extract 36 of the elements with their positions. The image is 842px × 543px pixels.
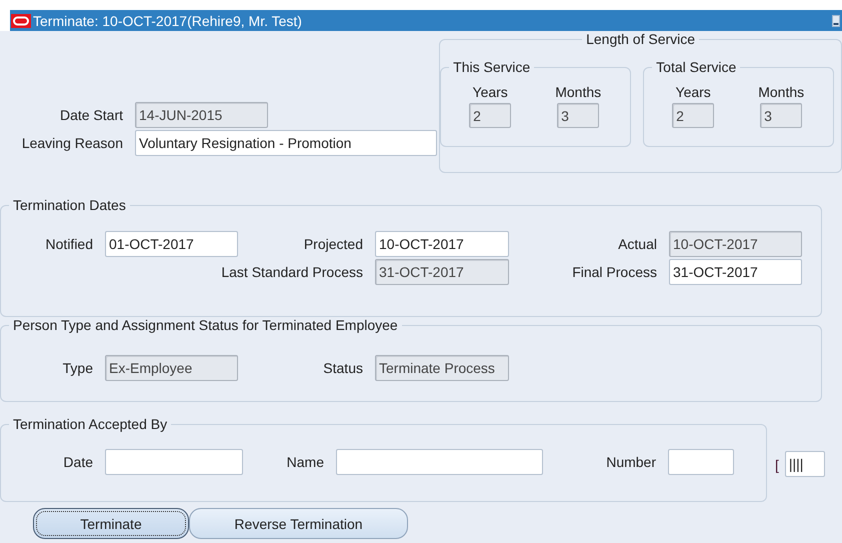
field-label: Date Start bbox=[58, 107, 123, 123]
bracket-text: [ bbox=[775, 457, 779, 473]
field-label: Number bbox=[606, 454, 656, 470]
text-field[interactable]: |||| bbox=[784, 451, 825, 477]
group-title: This Service bbox=[452, 59, 532, 75]
text-field[interactable]: Voluntary Resignation - Promotion bbox=[135, 130, 437, 156]
field-label: Months bbox=[758, 84, 804, 102]
text-field[interactable] bbox=[668, 449, 734, 475]
text-field[interactable]: 10-OCT-2017 bbox=[375, 231, 509, 257]
field-label: Years bbox=[676, 84, 711, 102]
group-title: Person Type and Assignment Status for Terminated Employee bbox=[12, 317, 399, 333]
field-label: Type bbox=[62, 360, 93, 376]
text-field[interactable] bbox=[105, 449, 243, 475]
field-label: Leaving Reason bbox=[20, 135, 123, 151]
field-label: Months bbox=[555, 84, 602, 102]
field-label: Actual bbox=[618, 236, 657, 252]
window-title: Terminate: 10-OCT-2017(Rehire9, Mr. Test) bbox=[33, 12, 302, 28]
field-label: Last Standard Process bbox=[221, 264, 363, 280]
field-label: Projected bbox=[304, 236, 363, 252]
minimize-icon[interactable] bbox=[832, 14, 840, 26]
text-field[interactable]: 31-OCT-2017 bbox=[669, 259, 802, 285]
group-title: Termination Accepted By bbox=[12, 416, 168, 432]
group-title: Termination Dates bbox=[12, 197, 127, 213]
text-field[interactable] bbox=[336, 449, 543, 475]
field-label: Notified bbox=[46, 236, 93, 252]
field-label: Years bbox=[472, 84, 508, 102]
group-title: Total Service bbox=[655, 59, 738, 75]
logo-icon bbox=[11, 14, 31, 28]
group-title: Length of Service bbox=[585, 31, 696, 47]
action-button[interactable]: Terminate bbox=[33, 508, 189, 539]
field-label: Status bbox=[323, 360, 363, 376]
field-label: Date bbox=[63, 454, 93, 470]
field-label: Name bbox=[286, 454, 324, 470]
field-label: Final Process bbox=[572, 264, 657, 280]
text-field[interactable]: 01-OCT-2017 bbox=[105, 231, 238, 257]
action-button[interactable]: Reverse Termination bbox=[189, 508, 408, 539]
